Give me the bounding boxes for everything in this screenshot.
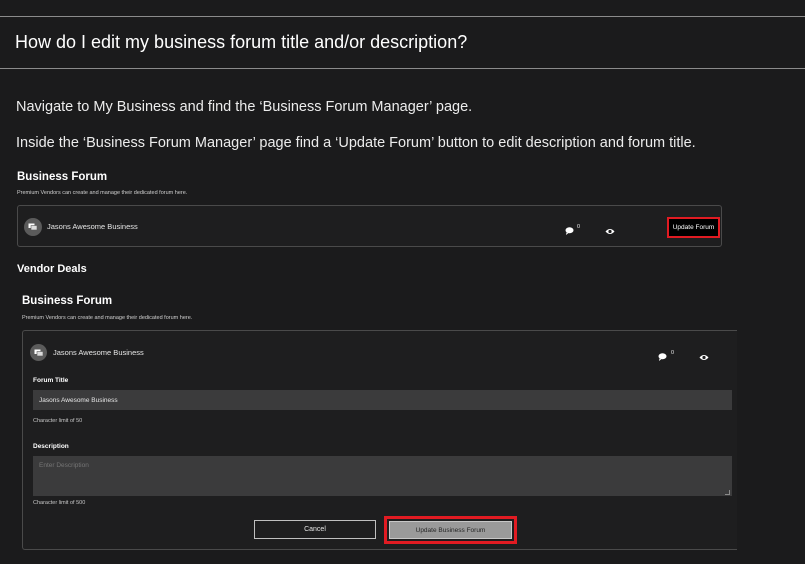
- business-forum-heading: Business Forum: [17, 171, 108, 183]
- forum-list-screenshot: Business Forum Premium Vendors can creat…: [12, 166, 728, 272]
- forum-avatar-icon: [30, 344, 47, 361]
- faq-title: How do I edit my business forum title an…: [15, 32, 468, 52]
- comment-icon: [658, 348, 667, 366]
- resize-handle-icon[interactable]: [725, 490, 730, 495]
- description-label: Description: [33, 443, 69, 450]
- forum-title-label: Forum Title: [33, 377, 69, 384]
- description-character-limit: Character limit of 500: [33, 500, 86, 506]
- business-forum-heading: Business Forum: [22, 295, 113, 307]
- comment-icon: [565, 222, 574, 240]
- comment-count: 0: [671, 350, 675, 356]
- faq-header: How do I edit my business forum title an…: [0, 16, 805, 69]
- forum-name: Jasons Awesome Business: [53, 348, 144, 357]
- forum-edit-card: Jasons Awesome Business 0 Forum Title Ch…: [22, 330, 737, 550]
- forum-title-input[interactable]: [33, 390, 732, 410]
- business-forum-subheading: Premium Vendors can create and manage th…: [17, 190, 188, 196]
- forum-avatar-icon: [24, 218, 42, 236]
- description-input[interactable]: [33, 456, 732, 496]
- update-business-forum-button[interactable]: Update Business Forum: [389, 521, 512, 539]
- eye-icon: [605, 222, 615, 240]
- eye-icon: [699, 348, 709, 366]
- comment-count: 0: [577, 224, 581, 230]
- instruction-paragraph-2: Inside the ‘Business Forum Manager’ page…: [16, 135, 696, 151]
- cancel-button[interactable]: Cancel: [254, 520, 376, 539]
- vendor-deals-heading: Vendor Deals: [17, 263, 87, 272]
- title-character-limit: Character limit of 50: [33, 418, 83, 424]
- update-forum-screenshot: Business Forum Premium Vendors can creat…: [15, 288, 737, 554]
- business-forum-subheading: Premium Vendors can create and manage th…: [22, 315, 193, 321]
- instruction-paragraph-1: Navigate to My Business and find the ‘Bu…: [16, 99, 473, 115]
- update-forum-button[interactable]: Update Forum: [667, 217, 720, 238]
- forum-name: Jasons Awesome Business: [47, 222, 138, 231]
- forum-card: Jasons Awesome Business 0 Update Forum: [17, 205, 722, 247]
